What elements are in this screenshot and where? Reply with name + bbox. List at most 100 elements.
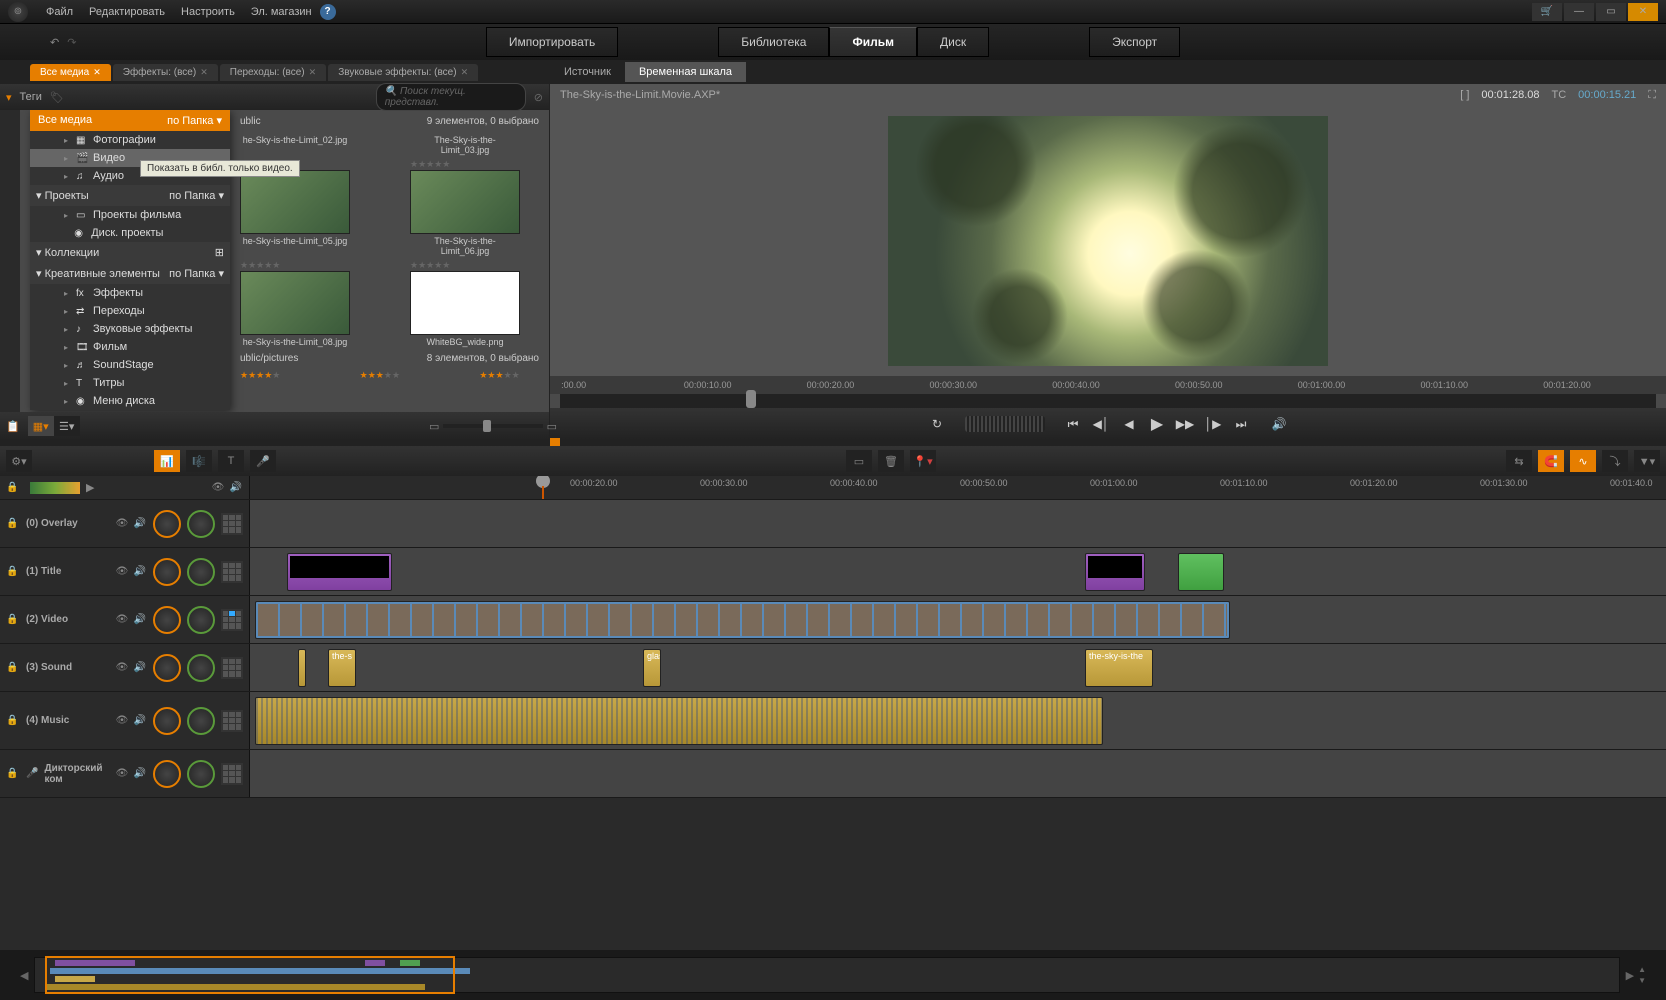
tree-item-photos[interactable]: ▸▦Фотографии: [30, 131, 230, 149]
goto-end-icon[interactable]: ⏭: [1231, 414, 1251, 434]
eye-icon[interactable]: 👁: [115, 517, 129, 531]
lib-tab-transitions[interactable]: Переходы: (все)✕: [220, 64, 326, 81]
clip-music[interactable]: [255, 697, 1103, 745]
clip-sound[interactable]: the-s: [328, 649, 356, 687]
eye-icon[interactable]: 👁: [115, 714, 129, 728]
tree-item-disc-projects[interactable]: ◉Диск. проекты: [30, 224, 230, 242]
pan-knob[interactable]: [187, 558, 215, 586]
razor-icon[interactable]: ▭: [846, 450, 872, 472]
clipboard-icon[interactable]: 📋: [6, 420, 20, 433]
tree-item-effects[interactable]: ▸fxЭффекты: [30, 284, 230, 302]
preview-scrubber[interactable]: [560, 394, 1656, 408]
play-icon[interactable]: ▶: [1147, 414, 1167, 434]
lock-icon[interactable]: 🔒: [6, 518, 20, 529]
surround-panner[interactable]: [221, 657, 243, 679]
scroll-right-icon[interactable]: ▶: [1626, 969, 1634, 982]
track-name[interactable]: (4) Music: [26, 715, 86, 726]
speaker-icon[interactable]: 🔊: [133, 613, 147, 627]
step-forward-icon[interactable]: │▶: [1203, 414, 1223, 434]
speaker-icon[interactable]: 🔊: [133, 767, 147, 781]
nav-dropdown-icon[interactable]: ▾: [6, 91, 12, 104]
tree-item-movie[interactable]: ▸🎞Фильм: [30, 338, 230, 356]
clip-sound[interactable]: glas: [643, 649, 661, 687]
cart-icon[interactable]: 🛒: [1532, 3, 1562, 21]
close-button[interactable]: ✕: [1628, 3, 1658, 21]
speaker-icon[interactable]: 🔊: [229, 481, 243, 495]
surround-panner[interactable]: [221, 513, 243, 535]
pan-knob[interactable]: [187, 654, 215, 682]
link-icon[interactable]: ∿: [1570, 450, 1596, 472]
close-icon[interactable]: ✕: [93, 67, 101, 78]
lock-icon[interactable]: 🔒: [6, 566, 20, 577]
lib-tab-soundfx[interactable]: Звуковые эффекты: (все)✕: [328, 64, 478, 81]
zoom-out-icon[interactable]: ▼: [1638, 976, 1646, 985]
tree-item-soundstage[interactable]: ▸♬SoundStage: [30, 356, 230, 374]
tree-item-disc-menu[interactable]: ▸◉Меню диска: [30, 392, 230, 410]
zoom-in-icon[interactable]: ▲: [1638, 965, 1646, 974]
track-name[interactable]: Дикторский ком: [44, 763, 104, 785]
speaker-icon[interactable]: 🔊: [133, 661, 147, 675]
fullscreen-icon[interactable]: ⛶: [1648, 89, 1656, 102]
track-body-narration[interactable]: [250, 750, 1666, 797]
tool-scorefitter[interactable]: 🎼: [186, 450, 212, 472]
lib-tab-effects[interactable]: Эффекты: (все)✕: [113, 64, 218, 81]
mode-import[interactable]: Импортировать: [486, 27, 618, 57]
rating-stars[interactable]: ★★★★★: [240, 370, 300, 381]
surround-panner[interactable]: [221, 609, 243, 631]
tool-mixer[interactable]: 📊: [154, 450, 180, 472]
clip-title[interactable]: [1178, 553, 1224, 591]
volume-knob[interactable]: [153, 606, 181, 634]
volume-icon[interactable]: 🔊: [1269, 414, 1289, 434]
tree-section-projects[interactable]: ▾ Проектыпо Папка ▾: [30, 185, 230, 206]
help-icon[interactable]: ?: [320, 4, 336, 20]
thumbnail[interactable]: ★★★★★: [360, 370, 420, 381]
overview-scrollbar[interactable]: [34, 957, 1619, 993]
playhead[interactable]: [536, 476, 550, 488]
track-name[interactable]: (3) Sound: [26, 662, 86, 673]
timecode-duration[interactable]: 00:01:28.08: [1481, 89, 1539, 101]
preview-tab-timeline[interactable]: Временная шкала: [625, 62, 746, 82]
rating-stars[interactable]: ★★★★★: [410, 260, 520, 271]
tool-voiceover[interactable]: 🎤: [250, 450, 276, 472]
menu-edit[interactable]: Редактировать: [81, 6, 173, 18]
view-list-button[interactable]: ☰▾: [54, 416, 80, 436]
rating-stars[interactable]: ★★★★★: [410, 159, 520, 170]
thumbnail[interactable]: ★★★★★: [479, 370, 539, 381]
marker-icon[interactable]: 📍▾: [910, 450, 936, 472]
pan-knob[interactable]: [187, 707, 215, 735]
eye-icon[interactable]: 👁: [115, 565, 129, 579]
search-input[interactable]: 🔍 Поиск текущ. представл.: [376, 83, 526, 111]
lib-tab-all-media[interactable]: Все медиа✕: [30, 64, 111, 81]
jog-wheel[interactable]: [965, 416, 1045, 432]
thumbnail[interactable]: ★★★★★The-Sky-is-the-Limit_06.jpg: [410, 159, 520, 256]
track-body-music[interactable]: [250, 692, 1666, 749]
track-name[interactable]: (0) Overlay: [26, 518, 86, 529]
mode-library[interactable]: Библиотека: [718, 27, 829, 57]
clip-video[interactable]: [255, 601, 1230, 639]
clip-title[interactable]: [287, 553, 392, 591]
fast-forward-icon[interactable]: ▶▶: [1175, 414, 1195, 434]
surround-panner[interactable]: [221, 763, 243, 785]
rating-stars[interactable]: ★★★★★: [479, 370, 539, 381]
volume-knob[interactable]: [153, 654, 181, 682]
track-body-title[interactable]: [250, 548, 1666, 595]
tree-item-transitions[interactable]: ▸⇄Переходы: [30, 302, 230, 320]
thumbnail[interactable]: ★★★★★he-Sky-is-the-Limit_08.jpg: [240, 260, 350, 347]
pan-knob[interactable]: [187, 760, 215, 788]
lock-icon[interactable]: 🔒: [6, 715, 20, 726]
mode-movie[interactable]: Фильм: [829, 27, 917, 57]
mode-export[interactable]: Экспорт: [1089, 27, 1180, 57]
mode-disc[interactable]: Диск: [917, 27, 989, 57]
menu-store[interactable]: Эл. магазин: [243, 6, 320, 18]
volume-knob[interactable]: [153, 558, 181, 586]
tree-section-collections[interactable]: ▾ Коллекции⊞: [30, 242, 230, 263]
snap-icon[interactable]: ⇆: [1506, 450, 1532, 472]
volume-knob[interactable]: [153, 760, 181, 788]
eye-icon[interactable]: 👁: [115, 613, 129, 627]
overview-selection[interactable]: [45, 956, 455, 994]
eye-icon[interactable]: 👁: [115, 767, 129, 781]
pan-knob[interactable]: [187, 510, 215, 538]
maximize-button[interactable]: ▭: [1596, 3, 1626, 21]
tree-item-titles[interactable]: ▸TТитры: [30, 374, 230, 392]
tree-header-all-media[interactable]: Все медиапо Папка ▾: [30, 110, 230, 131]
